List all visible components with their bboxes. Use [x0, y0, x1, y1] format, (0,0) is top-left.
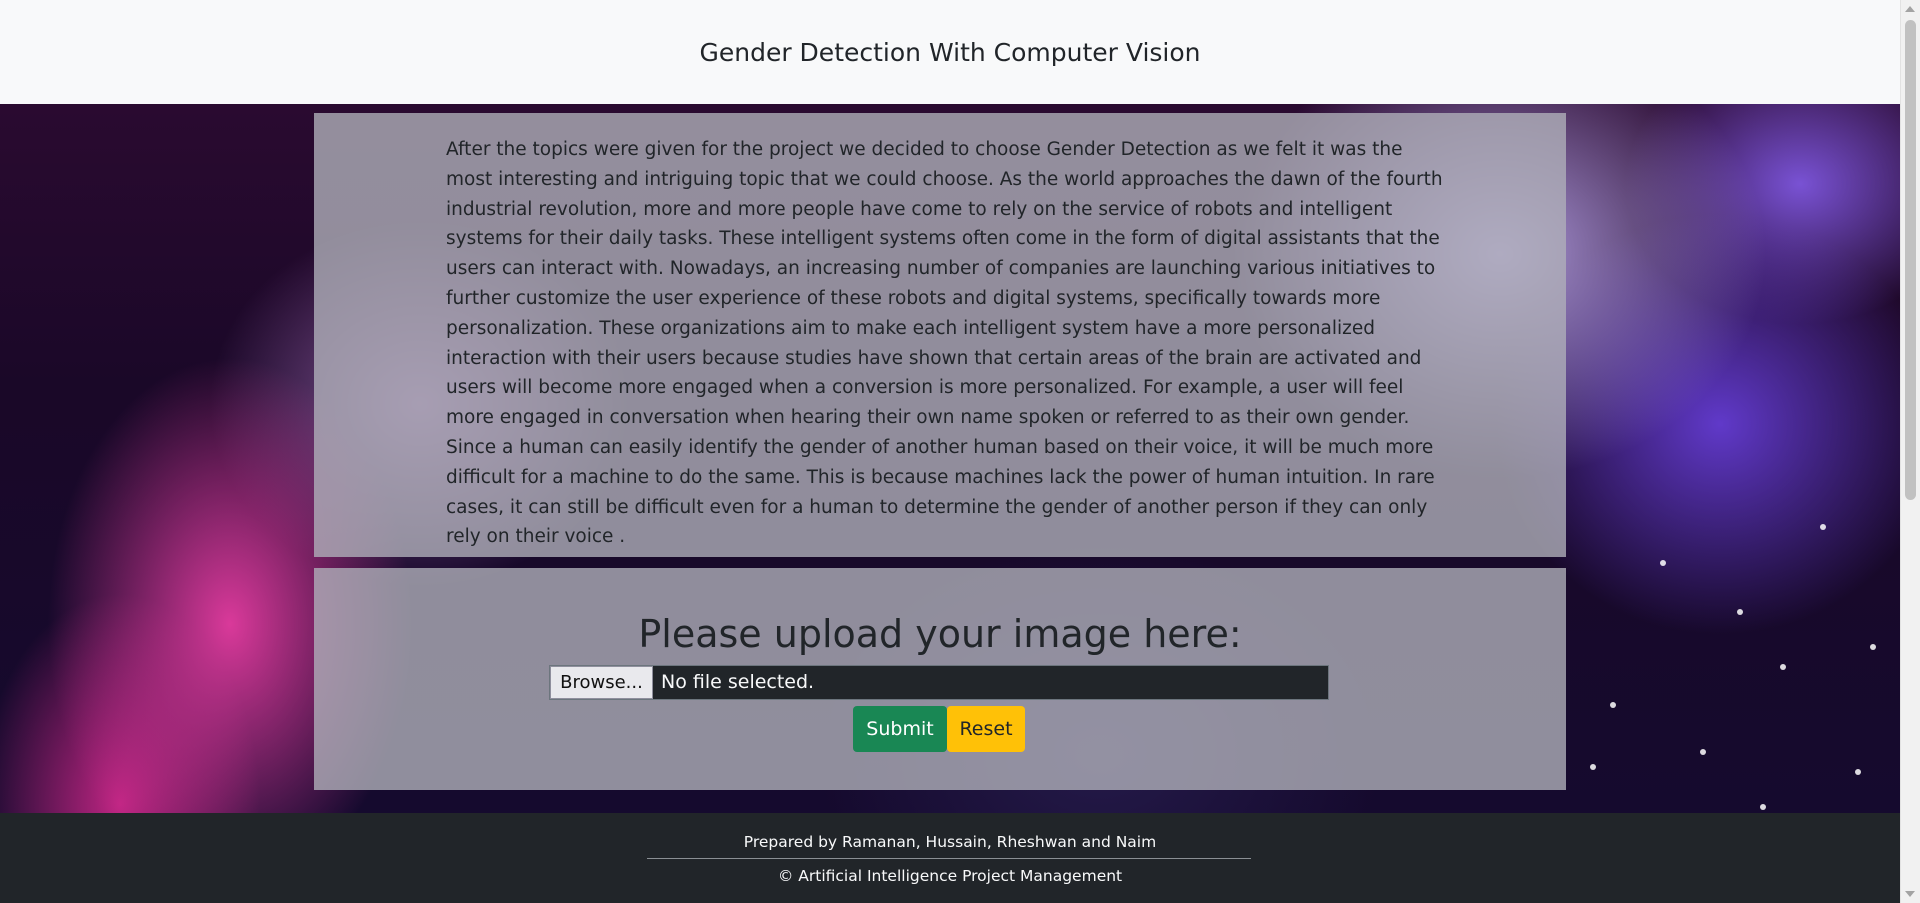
star [1820, 524, 1826, 530]
vertical-scrollbar[interactable] [1900, 0, 1920, 903]
star [1737, 609, 1743, 615]
star [1700, 749, 1706, 755]
star [1780, 664, 1786, 670]
about-panel: After the topics were given for the proj… [314, 113, 1566, 557]
footer-divider [647, 858, 1251, 859]
reset-button[interactable]: Reset [947, 706, 1025, 752]
file-input[interactable]: Browse... No file selected. [549, 665, 1329, 700]
submit-button[interactable]: Submit [853, 706, 947, 752]
star [1660, 560, 1666, 566]
browse-button[interactable]: Browse... [550, 666, 653, 699]
footer-copyright: © Artificial Intelligence Project Manage… [777, 867, 1123, 885]
scroll-down-arrow-icon[interactable] [1905, 891, 1915, 897]
star [1610, 702, 1616, 708]
star [1590, 764, 1596, 770]
navbar: Gender Detection With Computer Vision [0, 0, 1900, 105]
star [1760, 804, 1766, 810]
scroll-up-arrow-icon[interactable] [1905, 6, 1915, 12]
page-title: Gender Detection With Computer Vision [699, 38, 1201, 67]
upload-heading: Please upload your image here: [638, 612, 1242, 656]
footer-credits: Prepared by Ramanan, Hussain, Rheshwan a… [743, 833, 1157, 851]
footer: Prepared by Ramanan, Hussain, Rheshwan a… [0, 813, 1900, 903]
upload-panel: Please upload your image here: Browse...… [314, 568, 1566, 790]
file-status-text: No file selected. [661, 671, 815, 693]
scrollbar-thumb[interactable] [1905, 20, 1916, 500]
star [1855, 769, 1861, 775]
star [1870, 644, 1876, 650]
project-description: After the topics were given for the proj… [446, 139, 1443, 548]
